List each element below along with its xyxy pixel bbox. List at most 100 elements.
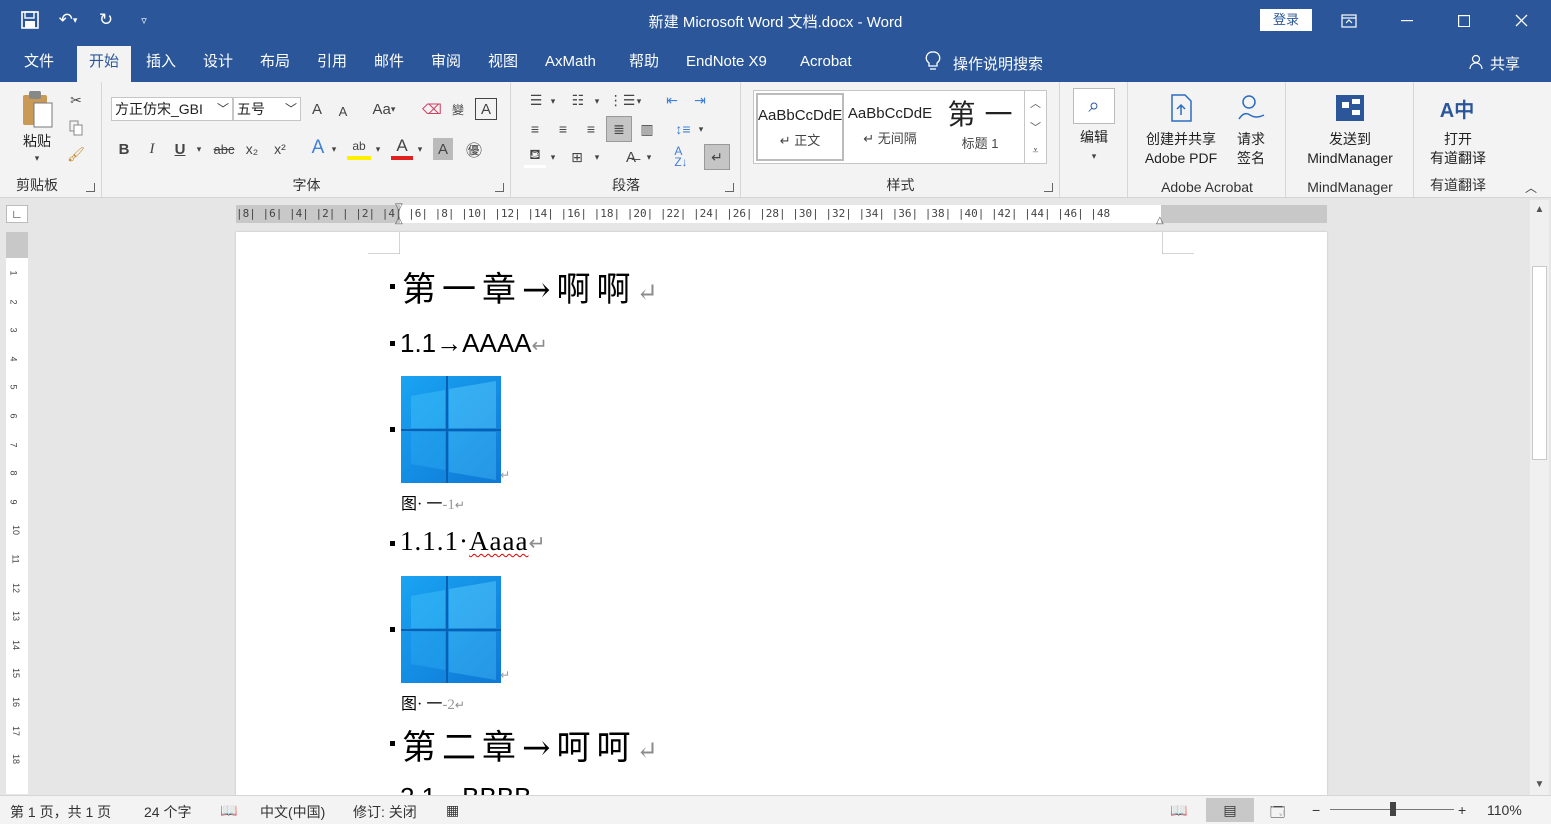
font-color-dropdown-icon[interactable]: ▾ bbox=[415, 140, 425, 158]
show-formatting-marks-icon[interactable]: ↵ bbox=[704, 144, 730, 170]
proofing-icon[interactable]: 📖 bbox=[220, 802, 237, 819]
zoom-in-icon[interactable]: + bbox=[1458, 802, 1466, 818]
heading-2[interactable]: 1.1→AAAA↵ bbox=[400, 328, 548, 359]
line-spacing-dropdown-icon[interactable]: ▾ bbox=[696, 120, 706, 138]
editing-dropdown-icon[interactable]: ▾ bbox=[1087, 150, 1101, 162]
login-button[interactable]: 登录 bbox=[1260, 9, 1312, 31]
word-count[interactable]: 24 个字 bbox=[144, 802, 191, 822]
ribbon-display-options-icon[interactable] bbox=[1320, 0, 1378, 41]
character-shading-icon[interactable]: A bbox=[433, 138, 453, 160]
shading-icon[interactable]: ⛾ bbox=[524, 146, 546, 168]
page-count[interactable]: 第 1 页，共 1 页 bbox=[10, 802, 111, 822]
styles-scroll-down-icon[interactable]: ﹀ bbox=[1024, 115, 1046, 139]
open-youdao-button[interactable]: 打开 有道翻译 bbox=[1419, 130, 1497, 168]
tab-review[interactable]: 审阅 bbox=[419, 46, 473, 82]
chinese-layout-dropdown-icon[interactable]: ▾ bbox=[644, 148, 654, 166]
highlight-icon[interactable]: ab bbox=[347, 136, 371, 160]
request-signature-icon[interactable] bbox=[1235, 92, 1267, 124]
figure-caption-2[interactable]: 图· 一-2↵ bbox=[401, 690, 465, 714]
borders-dropdown-icon[interactable]: ▾ bbox=[592, 148, 602, 166]
font-launcher-icon[interactable] bbox=[495, 183, 504, 192]
character-border-icon[interactable]: A bbox=[475, 98, 497, 120]
chinese-layout-icon[interactable]: A̶ bbox=[618, 146, 644, 168]
format-painter-icon[interactable]: 🖌 bbox=[66, 144, 86, 164]
tab-file[interactable]: 文件 bbox=[12, 46, 66, 82]
tab-help[interactable]: 帮助 bbox=[617, 46, 671, 82]
paste-label[interactable]: 粘贴 bbox=[12, 132, 62, 151]
clear-formatting-icon[interactable]: ⌫ bbox=[421, 98, 443, 120]
tab-selector[interactable]: ∟ bbox=[6, 205, 28, 223]
heading-1[interactable]: 第二章→呵呵↵ bbox=[402, 720, 664, 769]
style-heading-1[interactable]: 第 一 标题 1 bbox=[936, 93, 1024, 161]
read-mode-icon[interactable]: 📖 bbox=[1170, 802, 1187, 819]
tell-me-search[interactable]: 操作说明搜索 bbox=[925, 51, 1043, 75]
tab-insert[interactable]: 插入 bbox=[134, 46, 188, 82]
line-spacing-icon[interactable]: ↕≡ bbox=[672, 118, 694, 140]
shading-dropdown-icon[interactable]: ▾ bbox=[548, 148, 558, 166]
tab-references[interactable]: 引用 bbox=[305, 46, 359, 82]
numbering-dropdown-icon[interactable]: ▾ bbox=[592, 92, 602, 110]
first-line-indent-marker[interactable]: ▽ bbox=[395, 202, 405, 213]
style-no-spacing[interactable]: AaBbCcDdE ↵ 无间隔 bbox=[846, 93, 934, 161]
editing-label[interactable]: 编辑 bbox=[1067, 128, 1121, 147]
shrink-font-icon[interactable]: A bbox=[333, 100, 353, 122]
bullets-icon[interactable]: ☰ bbox=[524, 90, 548, 110]
font-name-combo[interactable]: 方正仿宋_GBI ﹀ bbox=[111, 97, 233, 121]
font-size-combo[interactable]: 五号 ﹀ bbox=[233, 97, 301, 121]
copy-icon[interactable] bbox=[66, 118, 86, 138]
collapse-ribbon-icon[interactable]: ︿ bbox=[1522, 180, 1540, 195]
find-icon[interactable]: ⌕ bbox=[1073, 88, 1115, 124]
tab-acrobat[interactable]: Acrobat bbox=[788, 46, 864, 82]
send-to-mindmanager-button[interactable]: 发送到 MindManager bbox=[1291, 130, 1409, 168]
style-normal[interactable]: AaBbCcDdE ↵ 正文 bbox=[756, 93, 844, 161]
scroll-up-icon[interactable]: ▲ bbox=[1530, 202, 1549, 218]
underline-dropdown-icon[interactable]: ▾ bbox=[193, 140, 205, 158]
heading-3[interactable]: 1.1.1·Aaaa↵ bbox=[400, 526, 546, 557]
web-layout-icon[interactable]: 🗔 bbox=[1270, 802, 1285, 824]
document-page[interactable]: 第一章→啊啊↵ 1.1→AAAA↵ ↵ 图· 一-1↵ 1.1.1·Aaaa↵ … bbox=[236, 232, 1327, 795]
macro-recording-icon[interactable]: ▦ bbox=[446, 802, 459, 819]
text-effects-icon[interactable]: A bbox=[307, 136, 329, 160]
tab-mailings[interactable]: 邮件 bbox=[362, 46, 416, 82]
vertical-scrollbar[interactable]: ▲ ▼ bbox=[1530, 200, 1549, 795]
decrease-indent-icon[interactable]: ⇤ bbox=[660, 90, 684, 110]
tab-layout[interactable]: 布局 bbox=[248, 46, 302, 82]
zoom-out-icon[interactable]: − bbox=[1312, 802, 1320, 818]
justify-icon[interactable]: ≣ bbox=[606, 116, 632, 142]
track-changes-status[interactable]: 修订: 关闭 bbox=[353, 802, 417, 822]
enclose-characters-icon[interactable]: ㊝ bbox=[463, 138, 485, 160]
change-case-icon[interactable]: Aa ▾ bbox=[367, 98, 401, 120]
clipboard-launcher-icon[interactable] bbox=[86, 183, 95, 192]
zoom-slider-thumb[interactable] bbox=[1390, 802, 1396, 816]
create-pdf-icon[interactable] bbox=[1167, 92, 1195, 124]
underline-icon[interactable]: U bbox=[171, 138, 189, 160]
styles-scroll-up-icon[interactable]: ︿ bbox=[1024, 91, 1046, 115]
right-indent-marker[interactable]: △ bbox=[1156, 215, 1166, 226]
text-effects-dropdown-icon[interactable]: ▾ bbox=[329, 140, 339, 158]
align-center-icon[interactable]: ≡ bbox=[552, 118, 574, 140]
close-icon[interactable] bbox=[1492, 0, 1550, 41]
minimize-icon[interactable] bbox=[1378, 0, 1436, 41]
windows-logo-image[interactable] bbox=[401, 376, 501, 483]
share-button[interactable]: 共享 bbox=[1468, 53, 1520, 74]
tab-view[interactable]: 视图 bbox=[476, 46, 530, 82]
paste-icon[interactable] bbox=[18, 88, 56, 130]
heading-1[interactable]: 第一章→啊啊↵ bbox=[402, 262, 664, 311]
phonetic-guide-icon[interactable]: 變 bbox=[447, 98, 469, 120]
cut-icon[interactable]: ✂ bbox=[66, 90, 86, 110]
superscript-icon[interactable]: x² bbox=[269, 138, 291, 160]
zoom-level[interactable]: 110% bbox=[1487, 802, 1522, 818]
sort-icon[interactable]: A Z↓ bbox=[670, 144, 692, 170]
multilevel-dropdown-icon[interactable]: ▾ bbox=[634, 92, 644, 110]
styles-launcher-icon[interactable] bbox=[1044, 183, 1053, 192]
tab-endnote[interactable]: EndNote X9 bbox=[674, 46, 779, 82]
vertical-ruler[interactable]: 1 2 3 4 5 6 7 8 9 10 11 12 13 14 15 16 17 18 bbox=[6, 232, 28, 794]
borders-icon[interactable]: ⊞ bbox=[566, 146, 588, 168]
numbering-icon[interactable]: ☷ bbox=[566, 90, 590, 110]
italic-icon[interactable]: I bbox=[143, 138, 161, 160]
figure-caption-1[interactable]: 图· 一-1↵ bbox=[401, 490, 465, 514]
tab-design[interactable]: 设计 bbox=[191, 46, 245, 82]
align-right-icon[interactable]: ≡ bbox=[580, 118, 602, 140]
request-signature-button[interactable]: 请求 签名 bbox=[1229, 130, 1273, 168]
windows-logo-image[interactable] bbox=[401, 576, 501, 683]
